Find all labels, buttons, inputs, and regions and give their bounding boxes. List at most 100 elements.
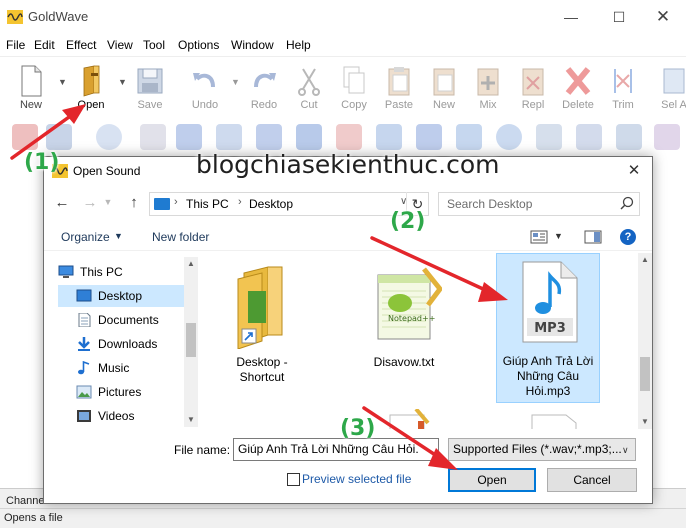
effect-icon[interactable] <box>376 124 402 150</box>
sidebar-item-pictures[interactable]: Pictures <box>58 381 186 403</box>
file-list-scrollbar[interactable]: ▲ ▼ <box>638 253 652 429</box>
menu-options[interactable]: Options <box>178 38 219 52</box>
status-bar: Opens a file <box>0 508 686 528</box>
music-icon <box>78 361 90 375</box>
sidebar-item-label: Desktop <box>98 289 143 303</box>
scroll-down-icon[interactable]: ▼ <box>186 415 196 424</box>
mix-icon <box>477 68 499 96</box>
file-item-mp3[interactable]: MP3 Giúp Anh Trả Lời Những Câu Hỏi.mp3 <box>496 253 600 403</box>
open-folder-icon <box>83 65 100 97</box>
menu-window[interactable]: Window <box>231 38 274 52</box>
effect-icon[interactable] <box>456 124 482 150</box>
trim-button[interactable]: Trim <box>599 63 647 117</box>
chevron-down-icon[interactable]: ∨ <box>622 445 629 456</box>
undo-button[interactable]: Undo <box>181 63 229 117</box>
file-name: Disavow.txt <box>373 355 435 369</box>
menu-effect[interactable]: Effect <box>66 38 96 52</box>
menu-view[interactable]: View <box>107 38 133 52</box>
cancel-button[interactable]: Cancel <box>547 468 637 492</box>
navigation-pane-scrollbar[interactable]: ▲ ▼ <box>184 257 198 427</box>
save-icon <box>137 68 163 94</box>
scroll-down-icon[interactable]: ▼ <box>640 417 650 426</box>
menu-help[interactable]: Help <box>286 38 311 52</box>
effect-icon[interactable] <box>176 124 202 150</box>
documents-icon <box>78 313 91 327</box>
back-button[interactable]: ← <box>52 194 72 214</box>
videos-icon <box>77 410 91 422</box>
trim-icon <box>614 69 632 93</box>
recent-locations-button[interactable]: ▼ <box>98 197 118 217</box>
forward-button[interactable]: → <box>80 194 100 214</box>
help-icon[interactable]: ? <box>620 229 636 245</box>
preview-pane-icon[interactable] <box>584 229 602 245</box>
effect-icon[interactable] <box>96 124 122 150</box>
scrollbar-thumb[interactable] <box>640 357 650 391</box>
undo-dropdown-arrow[interactable]: ▼ <box>231 77 240 87</box>
open-file-button[interactable]: Open <box>448 468 536 492</box>
sidebar-item-this-pc[interactable]: This PC <box>48 261 186 283</box>
effect-icon[interactable] <box>654 124 680 150</box>
close-window-button[interactable]: ✕ <box>640 0 686 34</box>
effect-icon[interactable] <box>46 124 72 150</box>
view-mode-icon[interactable] <box>530 229 548 245</box>
sidebar-item-documents[interactable]: Documents <box>58 309 186 331</box>
sidebar-item-label: This PC <box>80 265 123 279</box>
sidebar-item-downloads[interactable]: Downloads <box>58 333 186 355</box>
minimize-button[interactable]: — <box>548 0 594 34</box>
new-file-icon <box>21 65 42 97</box>
sidebar-item-videos[interactable]: Videos <box>58 405 186 427</box>
effect-icon[interactable] <box>256 124 282 150</box>
open-button[interactable]: Open <box>67 63 115 117</box>
step-3-label: (3) <box>340 416 376 441</box>
scroll-up-icon[interactable]: ▲ <box>186 259 196 268</box>
breadcrumb-this-pc[interactable]: This PC <box>186 197 229 211</box>
scroll-up-icon[interactable]: ▲ <box>640 255 650 264</box>
new-dropdown-arrow[interactable]: ▼ <box>58 77 67 87</box>
sidebar-item-desktop[interactable]: Desktop <box>58 285 186 307</box>
chevron-right-icon[interactable]: › <box>174 196 178 208</box>
file-item-disavow[interactable]: Notepad++ Disavow.txt <box>352 259 456 405</box>
partial-file-icon <box>389 409 430 429</box>
preview-checkbox[interactable] <box>287 473 300 486</box>
chevron-down-icon: ▼ <box>114 231 123 241</box>
effect-icon[interactable] <box>12 124 38 150</box>
address-bar[interactable]: › This PC › Desktop ∨ <box>149 192 429 216</box>
organize-button[interactable]: Organize <box>61 230 110 244</box>
notepad-file-icon: Notepad++ <box>377 267 442 340</box>
effect-icon[interactable] <box>296 124 322 150</box>
new-button[interactable]: New <box>7 63 55 117</box>
effect-icon[interactable] <box>416 124 442 150</box>
menu-file[interactable]: File <box>6 38 25 52</box>
dialog-close-button[interactable]: ✕ <box>622 161 646 181</box>
file-name-input[interactable]: Giúp Anh Trả Lời Những Câu Hỏi. <box>233 438 439 461</box>
watermark: blogchiasekienthuc.com <box>196 150 500 179</box>
this-pc-icon <box>154 198 170 210</box>
effect-icon[interactable] <box>140 124 166 150</box>
view-options-dropdown[interactable]: ▼ <box>554 231 563 241</box>
maximize-button[interactable]: ☐ <box>596 0 642 34</box>
file-type-select[interactable]: Supported Files (*.wav;*.mp3;... <box>448 438 636 461</box>
effect-icon[interactable] <box>336 124 362 150</box>
navigation-pane: This PC Desktop Documents Downloads Musi… <box>58 257 198 427</box>
search-input[interactable]: Search Desktop <box>438 192 640 216</box>
computer-icon <box>58 265 74 278</box>
effect-icon[interactable] <box>576 124 602 150</box>
menu-edit[interactable]: Edit <box>34 38 55 52</box>
save-button[interactable]: Save <box>126 63 174 117</box>
up-button[interactable]: ↑ <box>124 194 144 214</box>
preview-selected-file-label[interactable]: Preview selected file <box>302 472 411 486</box>
new-folder-button[interactable]: New folder <box>152 230 209 244</box>
effect-icon[interactable] <box>216 124 242 150</box>
file-item-desktop-shortcut[interactable]: Desktop - Shortcut <box>210 259 314 405</box>
effect-icon[interactable] <box>616 124 642 150</box>
file-name: Giúp Anh Trả Lời Những Câu Hỏi.mp3 <box>502 354 594 398</box>
scrollbar-thumb[interactable] <box>186 323 196 357</box>
sidebar-item-music[interactable]: Music <box>58 357 186 379</box>
breadcrumb-desktop[interactable]: Desktop <box>249 197 293 211</box>
copy-icon <box>343 66 365 94</box>
chevron-right-icon[interactable]: › <box>238 196 242 208</box>
select-all-button[interactable]: Sel A <box>650 63 686 117</box>
effect-icon[interactable] <box>536 124 562 150</box>
effect-icon[interactable] <box>496 124 522 150</box>
menu-tool[interactable]: Tool <box>143 38 165 52</box>
